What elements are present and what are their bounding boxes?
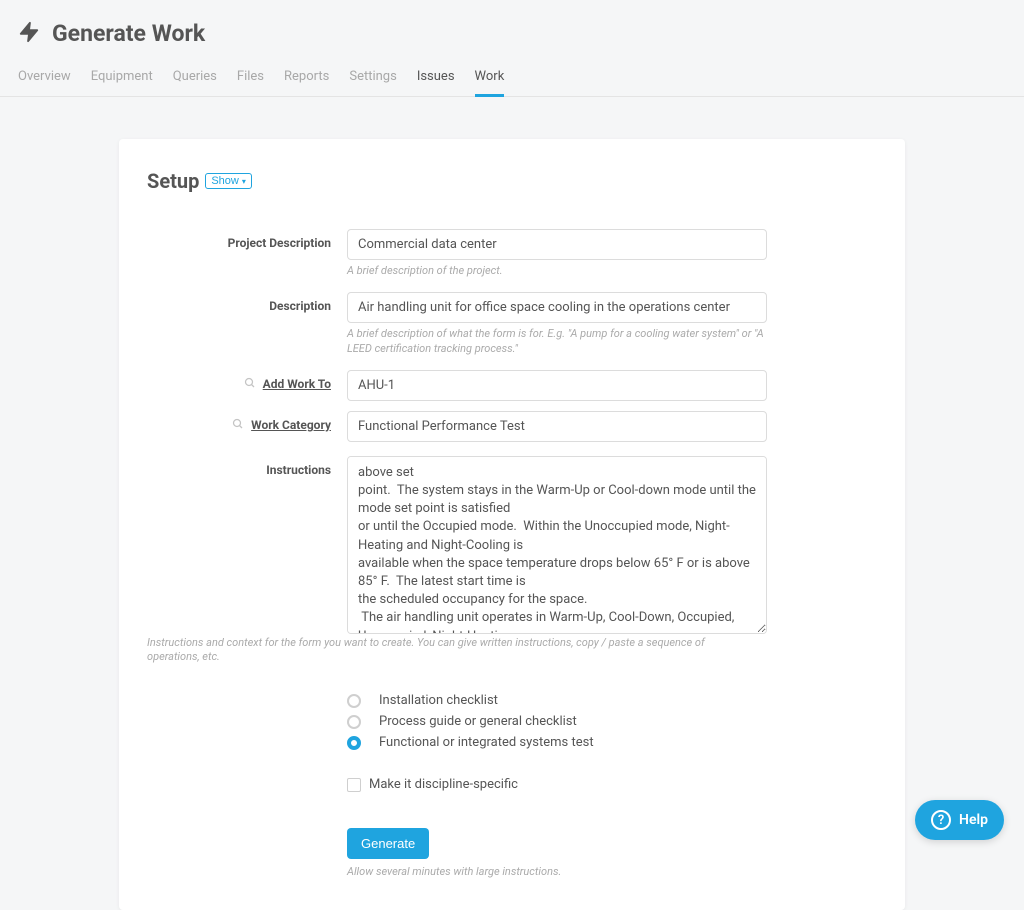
instructions-help: Instructions and context for the form yo… xyxy=(147,636,747,665)
checkbox-icon xyxy=(347,778,361,792)
radio-label: Functional or integrated systems test xyxy=(379,735,594,750)
help-label: Help xyxy=(959,812,988,828)
project-description-label: Project Description xyxy=(147,229,347,278)
radio-installation-checklist[interactable]: Installation checklist xyxy=(347,690,767,711)
show-toggle[interactable]: Show ▾ xyxy=(205,173,252,189)
caret-down-icon: ▾ xyxy=(242,177,246,186)
generate-button[interactable]: Generate xyxy=(347,828,429,859)
radio-icon xyxy=(347,715,361,729)
description-input[interactable] xyxy=(347,292,767,323)
work-category-input[interactable] xyxy=(347,411,767,442)
instructions-label: Instructions xyxy=(147,456,347,638)
tab-equipment[interactable]: Equipment xyxy=(91,69,153,96)
section-title: Setup xyxy=(147,169,199,193)
radio-label: Process guide or general checklist xyxy=(379,714,577,729)
tabs: Overview Equipment Queries Files Reports… xyxy=(0,47,1024,97)
page-header: Generate Work xyxy=(0,0,1024,47)
tab-reports[interactable]: Reports xyxy=(284,69,329,96)
description-help: A brief description of what the form is … xyxy=(347,327,767,356)
tab-issues[interactable]: Issues xyxy=(417,69,455,96)
bolt-icon xyxy=(18,21,40,47)
instructions-textarea[interactable] xyxy=(347,456,767,634)
tab-queries[interactable]: Queries xyxy=(173,69,217,96)
radio-functional-test[interactable]: Functional or integrated systems test xyxy=(347,732,767,753)
tab-files[interactable]: Files xyxy=(237,69,264,96)
show-toggle-label: Show xyxy=(211,175,239,187)
page-title: Generate Work xyxy=(52,20,205,47)
project-description-help: A brief description of the project. xyxy=(347,264,767,278)
search-icon xyxy=(232,418,247,432)
help-icon: ? xyxy=(931,810,951,830)
checkbox-label: Make it discipline-specific xyxy=(369,777,518,792)
discipline-specific-checkbox[interactable]: Make it discipline-specific xyxy=(347,777,767,792)
tab-settings[interactable]: Settings xyxy=(349,69,396,96)
generate-help: Allow several minutes with large instruc… xyxy=(347,865,767,879)
radio-icon xyxy=(347,736,361,750)
radio-icon xyxy=(347,694,361,708)
radio-process-guide[interactable]: Process guide or general checklist xyxy=(347,711,767,732)
help-widget[interactable]: ? Help xyxy=(915,800,1004,840)
setup-card: Setup Show ▾ Project Description A brief… xyxy=(119,139,905,910)
radio-label: Installation checklist xyxy=(379,693,498,708)
tab-overview[interactable]: Overview xyxy=(18,69,71,96)
add-work-to-input[interactable] xyxy=(347,370,767,401)
tab-work[interactable]: Work xyxy=(475,69,505,96)
work-category-label[interactable]: Work Category xyxy=(147,411,347,442)
search-icon xyxy=(244,377,259,391)
description-label: Description xyxy=(147,292,347,356)
project-description-input[interactable] xyxy=(347,229,767,260)
add-work-to-label[interactable]: Add Work To xyxy=(147,370,347,401)
